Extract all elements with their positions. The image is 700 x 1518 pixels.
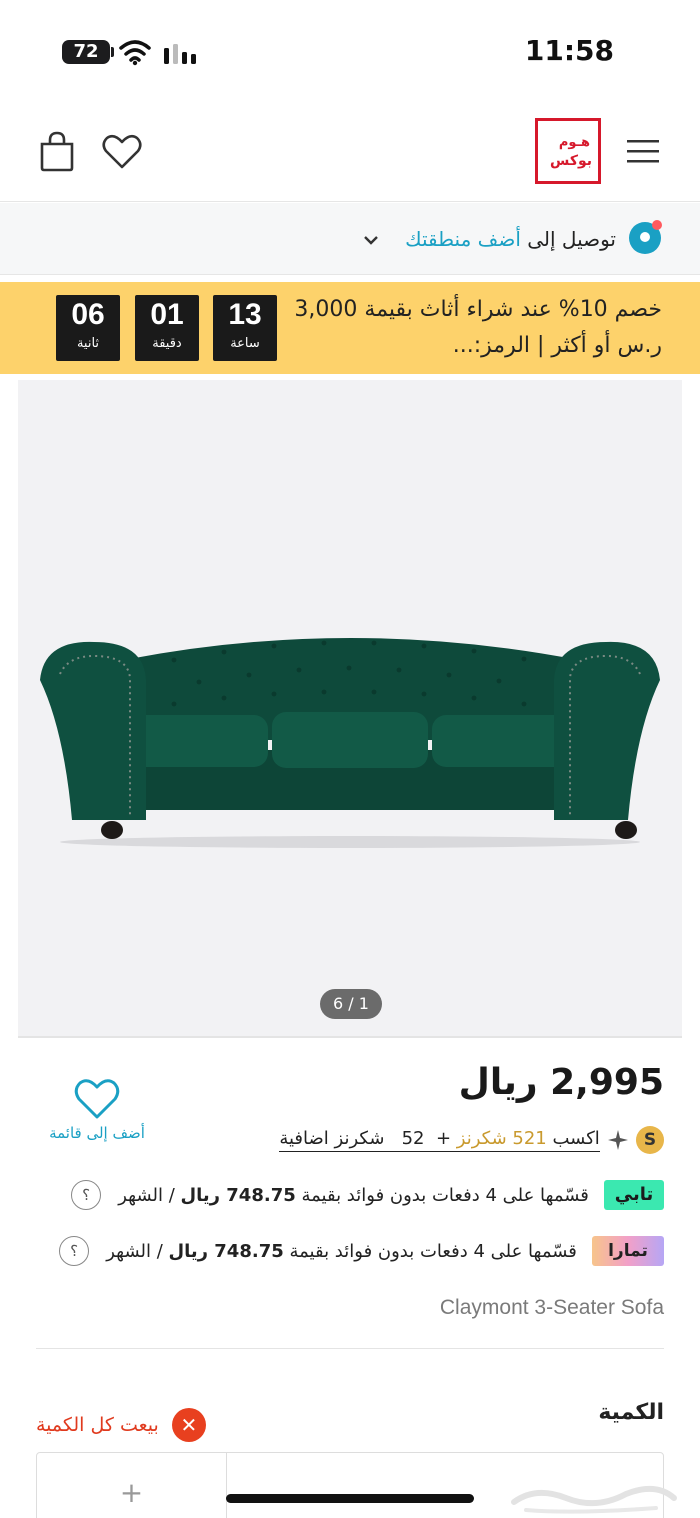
- tamara-installments[interactable]: تمارا قسّمها على 4 دفعات بدون فوائد بقيم…: [59, 1236, 664, 1276]
- tabby-text: قسّمها على 4 دفعات بدون فوائد بقيمة 748.…: [118, 1185, 589, 1206]
- battery-cap: [111, 47, 114, 57]
- watermark-logo: [511, 1485, 677, 1514]
- tabby-text-before: قسّمها على 4 دفعات بدون فوائد بقيمة: [301, 1184, 589, 1206]
- rewards-amount: 521 شكرنز: [456, 1128, 547, 1149]
- rewards-suffix: شكرنز اضافية: [279, 1128, 385, 1149]
- tamara-text-after: / الشهر: [106, 1240, 163, 1262]
- promo-text: خصم 10% عند شراء أثاث بقيمة 3,000 ر.س أو…: [294, 297, 662, 358]
- shopping-bag-icon[interactable]: [38, 130, 76, 172]
- timer-minutes: 01 دقيقة: [135, 295, 199, 361]
- battery-indicator: 72: [62, 40, 110, 64]
- clock: 11:58: [524, 34, 614, 67]
- add-to-list-button[interactable]: أضف إلى قائمة: [42, 1078, 152, 1142]
- rewards-extra: 52: [401, 1128, 425, 1149]
- delivery-text: توصيل إلى أضف منطقتك: [405, 227, 616, 251]
- image-pager: 6 / 1: [320, 989, 382, 1019]
- tabby-help-icon[interactable]: ؟: [71, 1180, 102, 1210]
- brand-logo[interactable]: هـوم بوكس: [535, 118, 601, 184]
- add-to-list-label: أضف إلى قائمة: [49, 1124, 145, 1142]
- rewards-prefix: اكسب: [552, 1128, 600, 1149]
- add-region-link[interactable]: أضف منطقتك: [405, 227, 521, 251]
- close-circle-icon: ✕: [171, 1408, 206, 1442]
- rewards-row[interactable]: S اكسب 521 شكرنز + 52 شكرنز اضافية: [279, 1126, 664, 1158]
- tamara-help-icon[interactable]: ؟: [59, 1236, 90, 1266]
- tabby-installments[interactable]: تابي قسّمها على 4 دفعات بدون فوائد بقيمة…: [71, 1180, 664, 1220]
- product-image: [40, 638, 660, 848]
- tamara-amount: 748.75 ريال: [168, 1240, 284, 1262]
- section-divider: [36, 1348, 664, 1349]
- tamara-text: قسّمها على 4 دفعات بدون فوائد بقيمة 748.…: [106, 1241, 577, 1262]
- home-indicator: [226, 1494, 474, 1503]
- rewards-plus: +: [435, 1128, 452, 1149]
- timer-minutes-label: دقيقة: [152, 336, 182, 351]
- chevron-down-icon[interactable]: [362, 233, 380, 247]
- heart-outline-icon: [74, 1079, 120, 1119]
- tamara-logo: تمارا: [592, 1236, 664, 1266]
- sold-out-text: بيعت كل الكمية: [36, 1414, 159, 1436]
- tabby-logo: تابي: [604, 1180, 664, 1210]
- location-pin-icon: [629, 220, 662, 254]
- logo-line2: بوكس: [550, 153, 592, 169]
- delivery-bar[interactable]: توصيل إلى أضف منطقتك: [0, 203, 700, 275]
- product-price: 2,995 ريال: [458, 1062, 664, 1103]
- tabby-text-after: / الشهر: [118, 1184, 175, 1206]
- tabby-amount: 748.75 ريال: [180, 1184, 296, 1206]
- quantity-increase-button[interactable]: +: [37, 1453, 227, 1518]
- product-gallery[interactable]: 6 / 1: [18, 380, 682, 1038]
- timer-hours: 13 ساعة: [213, 295, 277, 361]
- signal-icon: [164, 44, 196, 64]
- quantity-label: الكمية: [598, 1400, 664, 1425]
- timer-hours-label: ساعة: [230, 336, 260, 351]
- heart-icon[interactable]: [102, 134, 142, 170]
- app-header: هـوم بوكس: [0, 100, 700, 202]
- shukrans-coin-icon: S: [636, 1126, 664, 1154]
- timer-seconds-value: 06: [71, 298, 105, 331]
- logo-line1: هـوم: [558, 135, 590, 150]
- wifi-icon: [119, 40, 151, 66]
- timer-hours-value: 13: [228, 298, 262, 331]
- status-bar: 72 11:58: [0, 0, 700, 100]
- sold-out-status: ✕ بيعت كل الكمية: [36, 1408, 206, 1444]
- menu-icon[interactable]: [626, 138, 660, 164]
- tamara-text-before: قسّمها على 4 دفعات بدون فوائد بقيمة: [289, 1240, 577, 1262]
- timer-seconds: 06 ثانية: [56, 295, 120, 361]
- delivery-label: توصيل إلى: [527, 227, 616, 251]
- rewards-text: اكسب 521 شكرنز + 52 شكرنز اضافية: [279, 1128, 600, 1152]
- timer-seconds-label: ثانية: [76, 336, 100, 351]
- timer-minutes-value: 01: [150, 298, 184, 331]
- promo-banner[interactable]: خصم 10% عند شراء أثاث بقيمة 3,000 ر.س أو…: [0, 282, 700, 374]
- product-name: Claymont 3-Seater Sofa: [439, 1296, 664, 1319]
- sparkle-icon: [607, 1130, 628, 1150]
